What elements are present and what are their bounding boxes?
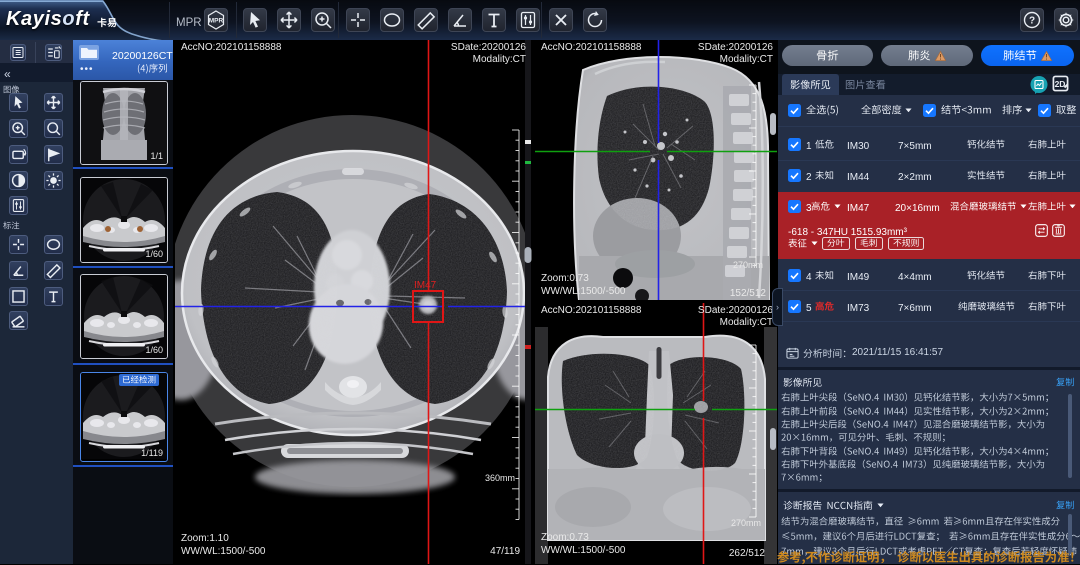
svg-text:?: ? [1029,16,1035,27]
svg-text:IM47: IM47 [414,280,437,291]
svg-text:2D: 2D [1055,79,1066,89]
svg-text:MPR: MPR [209,18,224,25]
